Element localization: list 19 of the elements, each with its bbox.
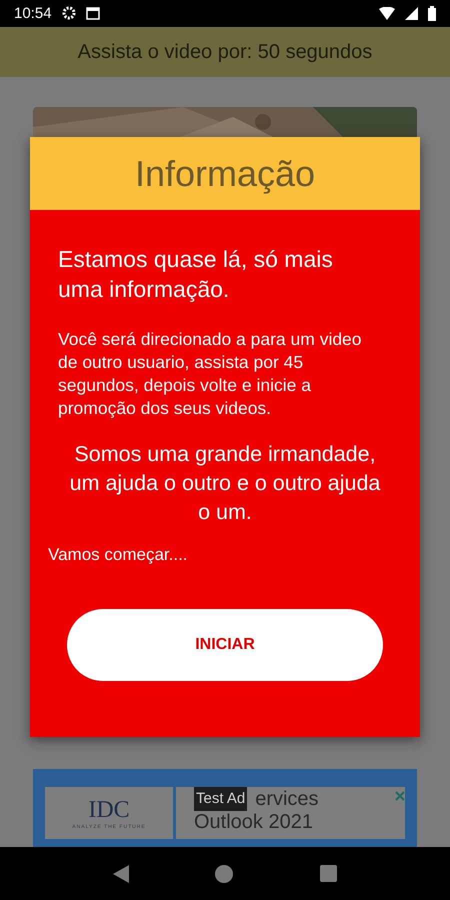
clock: 10:54 [14,4,52,22]
motto-text: Somos uma grande irmandade, um ajuda o outro e o outro ajuda o um. [68,441,382,526]
ad-text: ervices [255,788,319,810]
back-icon[interactable] [113,864,130,883]
header-title: Assista o video por: 50 segundos [78,40,372,64]
recents-icon[interactable] [320,865,337,882]
calendar-icon [86,6,100,20]
body-text: Você será direcionado a para um video de outro usuario, assista por 45 segundos, depois volte e inicie a promoção dos seus videos. [58,328,363,420]
lead-text: Estamos quase lá, só mais uma informação. [58,245,334,304]
ad-logo: IDC [88,796,130,824]
battery-icon [428,6,436,21]
home-icon[interactable] [215,864,234,883]
dialog-title: Informação [134,152,316,194]
ad-text: Outlook 2021 [194,811,314,834]
closing-text: Vamos começar.... [48,545,189,565]
start-button[interactable]: INICIAR [67,609,383,681]
test-ad-label: Test Ad [194,787,248,812]
signal-icon [405,6,418,20]
wifi-icon [379,6,395,20]
